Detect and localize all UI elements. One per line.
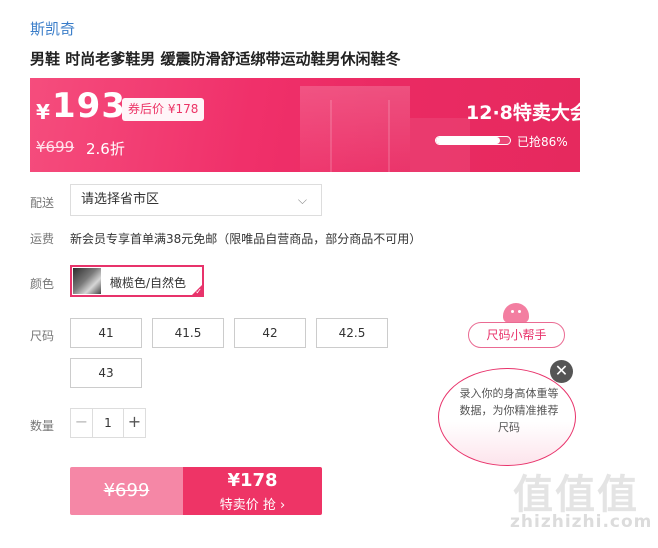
banner-decoration (330, 100, 390, 172)
color-option-label: 橄榄色/自然色 (110, 276, 187, 290)
size-option[interactable]: 41.5 (152, 318, 224, 348)
quantity-stepper: − 1 + (70, 408, 146, 438)
quantity-input[interactable]: 1 (93, 409, 123, 437)
mascot-eye (511, 310, 514, 313)
banner-decoration (410, 118, 470, 172)
close-icon[interactable]: ✕ (550, 360, 573, 383)
buy-button[interactable]: ¥699 ¥178 特卖价 抢 › (70, 467, 322, 515)
increase-quantity-button[interactable]: + (123, 409, 145, 437)
buy-original-price: ¥699 (70, 467, 183, 515)
region-select-value: 请选择省市区 (81, 192, 160, 207)
region-select[interactable]: 请选择省市区 ⌵ (70, 184, 322, 216)
sold-progress-text: 已抢86% (517, 135, 568, 149)
quantity-label: 数量 (30, 419, 55, 433)
event-title: 12·8特卖大会 (466, 102, 580, 124)
sold-progress-fill (436, 137, 500, 144)
delivery-label: 配送 (30, 196, 55, 210)
watermark-site: zhizhizhi.com (510, 512, 653, 532)
brand-link[interactable]: 斯凯奇 (30, 18, 75, 39)
size-option[interactable]: 42 (234, 318, 306, 348)
buy-action-label: 特卖价 抢 › (219, 498, 286, 513)
color-option-selected[interactable]: 橄榄色/自然色 ✓ (70, 265, 204, 297)
site-watermark: 值值值 zhizhizhi.com (505, 462, 655, 542)
price-banner: ¥ 193 券后价 ¥178 ¥699 2.6折 12·8特卖大会 已抢86% (30, 78, 580, 172)
size-option[interactable]: 41 (70, 318, 142, 348)
currency-symbol: ¥ (36, 100, 50, 124)
helper-mascot-icon[interactable] (503, 303, 529, 323)
size-option[interactable]: 43 (70, 358, 142, 388)
sold-progress-bar (435, 136, 511, 145)
shipping-fee-text: 新会员专享首单满38元免邮（限唯品自营商品，部分商品不可用） (70, 232, 422, 246)
color-label: 颜色 (30, 277, 55, 291)
shipping-fee-label: 运费 (30, 232, 55, 246)
decrease-quantity-button[interactable]: − (71, 409, 93, 437)
chevron-down-icon: ⌵ (297, 193, 307, 207)
current-price: 193 (52, 86, 126, 126)
size-option[interactable]: 42.5 (316, 318, 388, 348)
product-title: 男鞋 时尚老爹鞋男 缓震防滑舒适绑带运动鞋男休闲鞋冬 (30, 50, 401, 68)
buy-sale-price: ¥178 (227, 470, 278, 491)
shoe-thumbnail (73, 268, 101, 294)
size-helper-button[interactable]: 尺码小帮手 (468, 322, 565, 348)
check-icon: ✓ (195, 287, 202, 296)
size-label: 尺码 (30, 329, 55, 343)
buy-now-action[interactable]: ¥178 特卖价 抢 › (183, 467, 322, 515)
size-helper-text: 录入你的身高体重等数据，为你精准推荐尺码 (459, 387, 559, 434)
size-helper-bubble[interactable]: 录入你的身高体重等数据，为你精准推荐尺码 (438, 368, 576, 466)
discount-rate: 2.6折 (86, 140, 125, 158)
original-price: ¥699 (36, 138, 75, 156)
coupon-price-badge: 券后价 ¥178 (122, 98, 205, 121)
mascot-eye (518, 310, 521, 313)
